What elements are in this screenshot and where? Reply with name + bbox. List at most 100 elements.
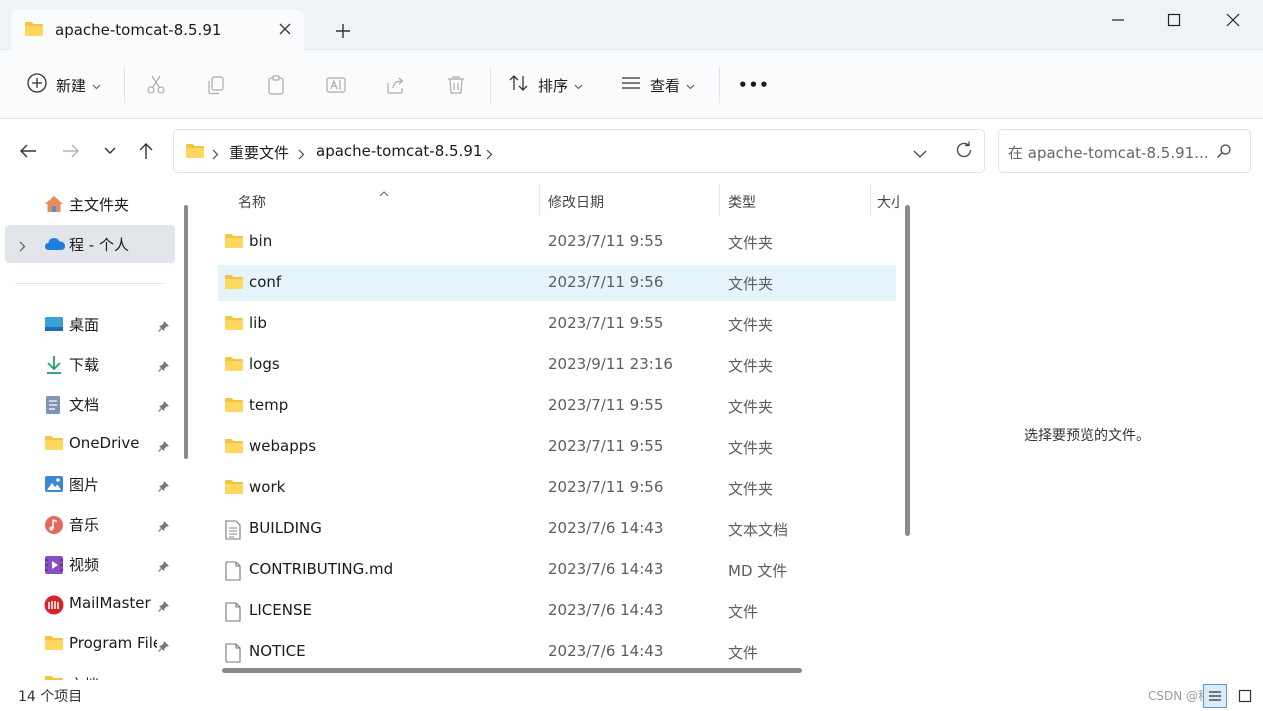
pin-icon[interactable] xyxy=(158,518,170,536)
file-row-logs[interactable]: logs 2023/9/11 23:16 文件夹 xyxy=(218,347,896,383)
file-row-conf[interactable]: conf 2023/7/11 9:56 文件夹 xyxy=(218,265,896,301)
address-history-chevron-icon[interactable] xyxy=(913,145,927,163)
column-header-type[interactable]: 类型 xyxy=(728,192,756,212)
file-row-webapps[interactable]: webapps 2023/7/11 9:55 文件夹 xyxy=(218,429,896,465)
search-box[interactable]: 在 apache-tomcat-8.5.91... xyxy=(998,129,1251,173)
command-bar: 新建 排序 查看 ••• xyxy=(0,50,1263,119)
column-header-modified[interactable]: 修改日期 xyxy=(548,192,604,212)
more-options-button[interactable]: ••• xyxy=(738,72,770,98)
sidebar-item-label: MailMaster xyxy=(69,594,151,612)
file-date: 2023/7/6 14:43 xyxy=(548,642,664,660)
large-icons-view-icon[interactable] xyxy=(1233,684,1257,708)
file-row-notice[interactable]: NOTICE 2023/7/6 14:43 文件 xyxy=(218,634,896,670)
folder-icon xyxy=(44,675,64,680)
close-window-icon[interactable] xyxy=(1210,8,1256,32)
back-arrow-icon[interactable] xyxy=(16,139,40,163)
sidebar-item-mailmaster[interactable]: MailMaster xyxy=(5,585,175,623)
minimize-icon[interactable] xyxy=(1095,8,1141,32)
search-icon[interactable] xyxy=(1216,143,1232,163)
breadcrumb-chevron-icon[interactable] xyxy=(212,146,219,164)
pictures-icon xyxy=(44,475,64,497)
paste-icon[interactable] xyxy=(265,72,287,98)
folder-icon xyxy=(224,397,244,417)
pin-icon[interactable] xyxy=(158,558,170,576)
recent-locations-chevron-icon[interactable] xyxy=(98,139,122,163)
file-row-license[interactable]: LICENSE 2023/7/6 14:43 文件 xyxy=(218,593,896,629)
breadcrumb-chevron-icon[interactable] xyxy=(486,146,493,164)
file-list-vertical-scrollbar[interactable] xyxy=(905,205,910,536)
sidebar-item-pictures[interactable]: 图片 xyxy=(5,465,175,503)
sort-button[interactable]: 排序 xyxy=(508,72,583,98)
file-row-building[interactable]: BUILDING 2023/7/6 14:43 文本文档 xyxy=(218,511,896,547)
sidebar-item-folder[interactable]: 文档 xyxy=(5,665,175,680)
share-icon[interactable] xyxy=(385,72,407,98)
file-type: 文件夹 xyxy=(728,275,774,293)
sidebar-item-label: Program Files xyxy=(69,634,157,652)
view-button[interactable]: 查看 xyxy=(620,72,695,98)
file-row-work[interactable]: work 2023/7/11 9:56 文件夹 xyxy=(218,470,896,506)
file-name: LICENSE xyxy=(249,601,312,619)
sidebar-item-onedrive-personal[interactable]: 程 - 个人 xyxy=(5,225,175,263)
forward-arrow-icon[interactable] xyxy=(59,139,83,163)
file-type: 文件夹 xyxy=(728,316,774,334)
sidebar-item-documents[interactable]: 文档 xyxy=(5,385,175,423)
file-type: 文件 xyxy=(728,644,759,662)
sidebar-item-home[interactable]: 主文件夹 xyxy=(5,185,175,223)
copy-icon[interactable] xyxy=(205,72,227,98)
view-list-icon xyxy=(620,72,642,98)
chevron-down-icon xyxy=(92,76,101,94)
file-type: 文件 xyxy=(728,603,759,621)
sidebar-item-desktop[interactable]: 桌面 xyxy=(5,305,175,343)
delete-icon[interactable] xyxy=(445,72,467,98)
column-header-size[interactable]: 大小 xyxy=(877,192,899,212)
address-bar[interactable]: 重要文件 apache-tomcat-8.5.91 xyxy=(173,129,985,173)
new-tab-icon[interactable] xyxy=(334,22,352,40)
cut-icon[interactable] xyxy=(145,72,167,98)
maximize-icon[interactable] xyxy=(1151,8,1197,32)
file-row-temp[interactable]: temp 2023/7/11 9:55 文件夹 xyxy=(218,388,896,424)
breadcrumb-important-files[interactable]: 重要文件 xyxy=(229,142,289,163)
music-icon xyxy=(44,515,64,539)
column-header-name[interactable]: 名称 xyxy=(238,192,266,212)
file-name: conf xyxy=(249,273,282,291)
file-list: 名称 修改日期 类型 大小 bin 2023/7/11 9:55 文件夹 con… xyxy=(200,184,917,680)
search-input[interactable]: 在 apache-tomcat-8.5.91... xyxy=(1008,142,1209,163)
pin-icon[interactable] xyxy=(158,438,170,456)
sidebar-item-music[interactable]: 音乐 xyxy=(5,505,175,543)
file-row-contributing[interactable]: CONTRIBUTING.md 2023/7/6 14:43 MD 文件 xyxy=(218,552,896,588)
sidebar-divider xyxy=(15,283,165,284)
pin-icon[interactable] xyxy=(158,638,170,656)
column-divider[interactable] xyxy=(539,184,540,216)
refresh-icon[interactable] xyxy=(954,140,974,164)
file-row-bin[interactable]: bin 2023/7/11 9:55 文件夹 xyxy=(218,224,896,260)
column-divider[interactable] xyxy=(719,184,720,216)
folder-icon xyxy=(224,274,244,294)
pin-icon[interactable] xyxy=(158,318,170,336)
breadcrumb-apache-tomcat[interactable]: apache-tomcat-8.5.91 xyxy=(316,142,482,160)
folder-icon xyxy=(24,21,44,41)
sidebar-item-program-files[interactable]: Program Files xyxy=(5,625,175,663)
file-name: bin xyxy=(249,232,273,250)
details-view-icon[interactable] xyxy=(1203,684,1227,708)
file-list-horizontal-scrollbar[interactable] xyxy=(222,668,802,673)
sidebar-item-videos[interactable]: 视频 xyxy=(5,545,175,583)
pin-icon[interactable] xyxy=(158,358,170,376)
pin-icon[interactable] xyxy=(158,598,170,616)
sidebar-item-onedrive[interactable]: OneDrive xyxy=(5,425,175,463)
sidebar-item-label: 文档 xyxy=(69,396,100,414)
file-type: 文件夹 xyxy=(728,398,774,416)
new-button[interactable]: 新建 xyxy=(26,72,101,98)
rename-icon[interactable] xyxy=(325,72,347,98)
expand-chevron-icon[interactable] xyxy=(19,238,26,256)
sidebar-item-downloads[interactable]: 下载 xyxy=(5,345,175,383)
sidebar-scrollbar[interactable] xyxy=(184,205,188,459)
file-row-lib[interactable]: lib 2023/7/11 9:55 文件夹 xyxy=(218,306,896,342)
close-tab-icon[interactable] xyxy=(277,21,293,37)
tab-apache-tomcat[interactable]: apache-tomcat-8.5.91 xyxy=(11,9,304,50)
breadcrumb-chevron-icon[interactable] xyxy=(298,146,305,164)
column-divider[interactable] xyxy=(870,184,871,216)
pin-icon[interactable] xyxy=(158,478,170,496)
sidebar-item-label: 音乐 xyxy=(69,516,100,534)
pin-icon[interactable] xyxy=(158,398,170,416)
up-arrow-icon[interactable] xyxy=(134,139,158,163)
